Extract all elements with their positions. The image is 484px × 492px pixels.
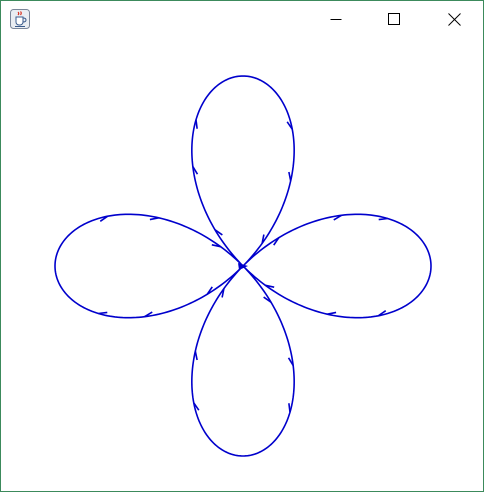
minimize-button[interactable] xyxy=(307,1,365,37)
arrowhead-mark xyxy=(327,311,337,315)
rose-curve-drawing xyxy=(54,75,432,457)
title-bar[interactable] xyxy=(1,1,483,37)
arrowhead-mark xyxy=(195,119,198,129)
arrowhead-mark xyxy=(288,171,292,181)
app-window xyxy=(0,0,484,492)
close-icon xyxy=(447,12,461,26)
minimize-icon xyxy=(330,19,342,20)
java-coffee-cup-icon[interactable] xyxy=(10,9,30,29)
maximize-icon xyxy=(388,13,400,25)
drawing-canvas[interactable] xyxy=(1,37,483,491)
arrowhead-mark xyxy=(149,217,159,221)
maximize-button[interactable] xyxy=(365,1,423,37)
arrowhead-mark xyxy=(288,403,291,413)
close-button[interactable] xyxy=(425,1,483,37)
arrowhead-mark xyxy=(98,311,108,315)
arrowhead-mark xyxy=(194,351,198,361)
arrowhead-mark xyxy=(378,217,388,221)
rose-curve xyxy=(54,75,432,457)
